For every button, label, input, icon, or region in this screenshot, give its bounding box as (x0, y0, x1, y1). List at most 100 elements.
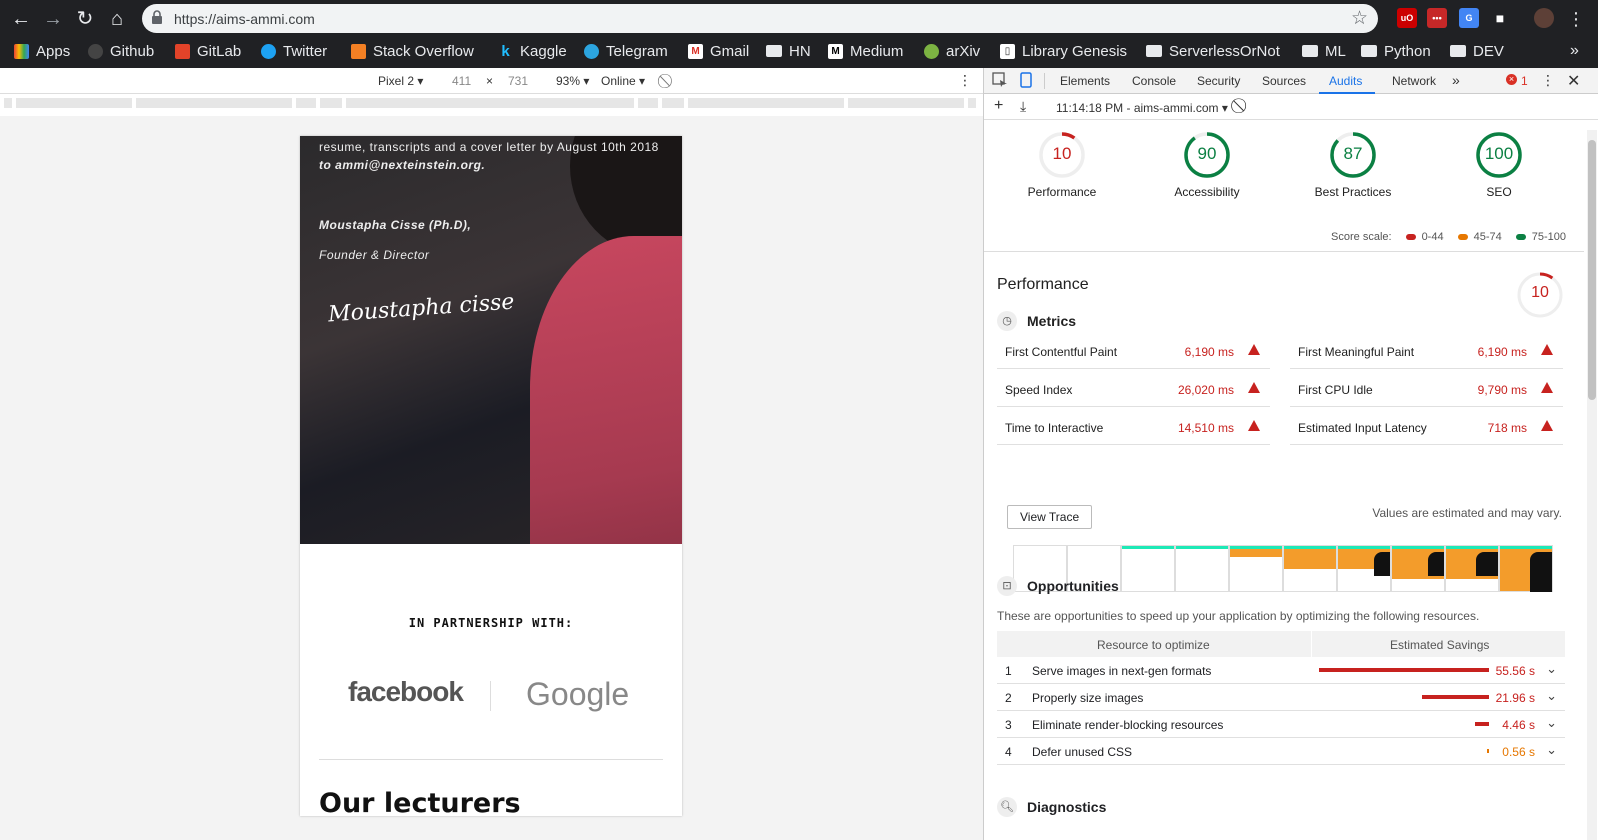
bookmark-github[interactable]: Github (88, 41, 154, 61)
bookmark-gmail[interactable]: M Gmail (688, 41, 749, 61)
ruler-segment[interactable] (136, 98, 294, 108)
tab-security[interactable]: Security (1197, 74, 1240, 88)
error-count[interactable]: 1 (1521, 74, 1528, 88)
metrics-icon: ◷ (997, 311, 1017, 331)
address-bar[interactable]: https://aims-ammi.com ☆ (142, 4, 1378, 33)
bookmark-library-genesis[interactable]: ▯ Library Genesis (1000, 41, 1127, 61)
opportunity-row[interactable]: 1 Serve images in next-gen formats 55.56 s… (997, 657, 1565, 684)
back-icon[interactable]: ← (8, 6, 34, 32)
metric-row: First Meaningful Paint 6,190 ms (1290, 331, 1563, 369)
author-name: Moustapha Cisse (Ph.D), (319, 218, 472, 232)
ruler-segment[interactable] (16, 98, 134, 108)
more-bookmarks-button[interactable]: » (1570, 41, 1579, 61)
ruler-segment[interactable] (346, 98, 636, 108)
gauge-performance[interactable]: 10 Performance (992, 131, 1132, 199)
metric-row: Time to Interactive 14,510 ms (997, 407, 1270, 445)
ruler-segment[interactable] (662, 98, 686, 108)
expand-chevron-icon[interactable]: ⌄ (1546, 661, 1557, 677)
bookmark-gitlab[interactable]: GitLab (175, 41, 241, 61)
bookmark-telegram[interactable]: Telegram (584, 41, 668, 61)
reload-icon[interactable]: ↻ (72, 6, 98, 32)
bookmark-ml[interactable]: ML (1302, 41, 1346, 61)
lastpass-extension-icon[interactable]: ••• (1427, 8, 1447, 28)
metrics-header: ◷ Metrics (997, 311, 1076, 331)
device-toggle-icon[interactable] (1018, 72, 1034, 91)
frame-content (1530, 552, 1552, 592)
bookmark-python[interactable]: Python (1361, 41, 1431, 61)
opportunity-index: 2 (1005, 691, 1012, 705)
medium-icon: M (828, 43, 843, 59)
bookmark-stackoverflow[interactable]: Stack Overflow (351, 41, 474, 61)
filmstrip-frame (1175, 545, 1229, 592)
devtools-menu-icon[interactable]: ⋮ (1541, 72, 1555, 89)
tab-console[interactable]: Console (1132, 74, 1176, 88)
device-width-input[interactable]: 411 (452, 74, 471, 88)
gitlab-icon (175, 43, 190, 59)
chrome-menu-icon[interactable]: ⋮ (1563, 6, 1589, 32)
bookmark-star-icon[interactable]: ☆ (1351, 7, 1368, 30)
download-report-icon[interactable]: ⤓ (1020, 98, 1026, 115)
diagnostics-header: 🔍︎ Diagnostics (997, 797, 1106, 817)
tab-network[interactable]: Network (1392, 74, 1436, 88)
device-menu-icon[interactable]: ⋮ (958, 72, 972, 89)
inspect-element-icon[interactable] (992, 72, 1008, 91)
avatar[interactable] (1534, 8, 1554, 28)
stackoverflow-icon (351, 43, 366, 59)
gauge-best-practices[interactable]: 87 Best Practices (1283, 131, 1423, 199)
opportunity-row[interactable]: 4 Defer unused CSS 0.56 s ⌄ (997, 738, 1565, 765)
emulated-page[interactable]: resume, transcripts and a cover letter b… (300, 136, 682, 816)
more-tabs-button[interactable]: » (1452, 72, 1460, 88)
opportunities-header: ⊡ Opportunities (997, 576, 1119, 596)
audits-toolbar: + ⤓ 11:14:18 PM - aims-ammi.com ▾ ⃠ (984, 94, 1598, 120)
ruler-segment[interactable] (296, 98, 318, 108)
ruler-segment[interactable] (4, 98, 14, 108)
ruler-segment[interactable] (968, 98, 978, 108)
video-extension-icon[interactable]: ■ (1490, 8, 1510, 28)
ruler-segment[interactable] (848, 98, 966, 108)
tab-elements[interactable]: Elements (1060, 74, 1110, 88)
opportunity-row[interactable]: 2 Properly size images 21.96 s ⌄ (997, 684, 1565, 711)
filmstrip-frame (1391, 545, 1445, 592)
bookmark-arxiv[interactable]: arXiv (924, 41, 980, 61)
estimate-note: Values are estimated and may vary. (1372, 506, 1562, 520)
bookmark-serverlessornot[interactable]: ServerlessOrNot (1146, 41, 1280, 61)
view-trace-button[interactable]: View Trace (1007, 505, 1093, 529)
bookmark-hn[interactable]: HN (766, 41, 811, 61)
new-audit-icon[interactable]: + (994, 97, 1003, 115)
report-scrollbar[interactable] (1587, 130, 1597, 840)
opportunity-index: 4 (1005, 745, 1012, 759)
bookmark-medium[interactable]: M Medium (828, 41, 903, 61)
folder-icon (1146, 45, 1162, 57)
ruler-segment[interactable] (638, 98, 660, 108)
home-icon[interactable]: ⌂ (104, 6, 130, 32)
tab-sources[interactable]: Sources (1262, 74, 1306, 88)
forward-icon[interactable]: → (40, 6, 66, 32)
ruler-segment[interactable] (320, 98, 344, 108)
bookmark-twitter[interactable]: Twitter (261, 41, 327, 61)
device-height-input[interactable]: 731 (508, 74, 528, 88)
report-selector[interactable]: 11:14:18 PM - aims-ammi.com ▾ (1056, 101, 1228, 115)
gauge-seo[interactable]: 100 SEO (1429, 131, 1569, 199)
opportunity-name: Eliminate render-blocking resources (1032, 718, 1224, 732)
gauge-label: Performance (1027, 185, 1097, 199)
lecturers-heading: Our lecturers (319, 788, 521, 816)
translate-extension-icon[interactable]: G (1459, 8, 1479, 28)
warning-icon (1541, 344, 1553, 355)
bookmark-apps[interactable]: Apps (14, 41, 70, 61)
ublock-extension-icon[interactable]: uO (1397, 8, 1417, 28)
close-devtools-icon[interactable]: ✕ (1567, 71, 1580, 91)
tab-audits[interactable]: Audits (1329, 74, 1362, 88)
gmail-icon: M (688, 43, 703, 59)
opportunity-row[interactable]: 3 Eliminate render-blocking resources 4.46… (997, 711, 1565, 738)
bookmark-kaggle[interactable]: k Kaggle (498, 41, 566, 61)
ruler-segment[interactable] (688, 98, 846, 108)
expand-chevron-icon[interactable]: ⌄ (1546, 688, 1557, 704)
scrollbar-thumb[interactable] (1588, 140, 1596, 400)
device-select[interactable]: Pixel 2 ▾ (378, 74, 423, 88)
gauge-accessibility[interactable]: 90 Accessibility (1137, 131, 1277, 199)
zoom-select[interactable]: 93% ▾ (556, 74, 589, 88)
expand-chevron-icon[interactable]: ⌄ (1546, 742, 1557, 758)
network-throttle-select[interactable]: Online ▾ (601, 74, 645, 88)
expand-chevron-icon[interactable]: ⌄ (1546, 715, 1557, 731)
bookmark-dev[interactable]: DEV (1450, 41, 1504, 61)
